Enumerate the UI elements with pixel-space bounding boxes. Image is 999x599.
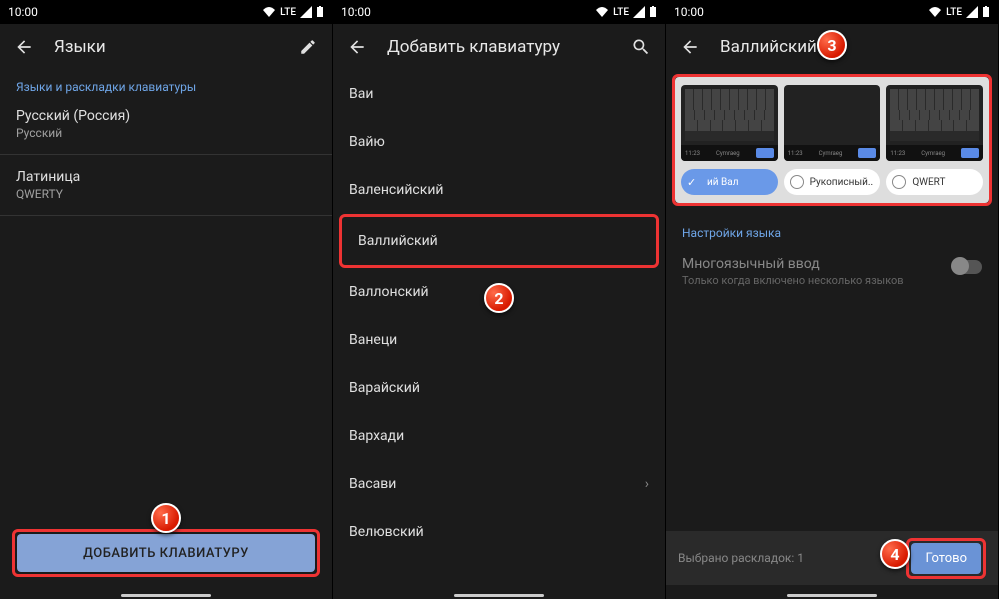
radio-icon — [790, 175, 804, 189]
battery-icon — [982, 6, 990, 18]
lte-label: LTE — [613, 7, 629, 18]
status-time: 10:00 — [8, 5, 38, 19]
page-title: Валлийский — [720, 37, 986, 57]
toggle-title: Многоязычный ввод — [682, 256, 942, 272]
layout-chip[interactable]: Рукописный.. — [784, 169, 881, 195]
check-icon: ✓ — [687, 175, 701, 189]
toggle-subtitle: Только когда включено несколько языков — [682, 274, 942, 287]
chip-label: Рукописный.. — [810, 177, 873, 188]
divider — [0, 154, 332, 155]
multilang-switch[interactable] — [952, 260, 982, 274]
step-marker-2: 2 — [484, 283, 514, 313]
battery-icon — [649, 6, 657, 18]
layout-preview[interactable]: 11:23Cymraeg — [681, 85, 778, 161]
screen-add-keyboard: 10:00 LTE Добавить клавиатуру ВаиВайюВал… — [333, 0, 666, 599]
search-icon[interactable] — [629, 35, 653, 59]
layout-chip[interactable]: ✓ ий Вал — [681, 169, 778, 195]
language-item[interactable]: Ванеци — [333, 316, 665, 364]
screen-languages: 10:00 LTE Языки Языки и раскладки клавиа… — [0, 0, 333, 599]
status-time: 10:00 — [341, 5, 371, 19]
chevron-right-icon: › — [645, 476, 649, 492]
page-title: Языки — [54, 37, 278, 57]
language-item[interactable]: Ваи — [333, 70, 665, 118]
status-bar: 10:00 LTE — [333, 0, 665, 24]
back-icon[interactable] — [12, 35, 36, 59]
language-item[interactable]: Велювский — [333, 508, 665, 556]
wifi-icon — [928, 6, 942, 18]
step-marker-3: 3 — [817, 30, 847, 60]
footer-bar: Выбрано раскладок: 1 О Готово — [666, 531, 998, 585]
layout-selector: 11:23Cymraeg 11:23Cymraeg 11:23Cymraeg ✓… — [675, 77, 989, 203]
divider — [0, 215, 332, 216]
done-button[interactable]: Готово — [911, 543, 981, 574]
section-label: Настройки языка — [666, 210, 998, 248]
radio-icon — [892, 175, 906, 189]
signal-icon — [966, 6, 978, 18]
screen-language-detail: 10:00 LTE Валлийский 11: — [666, 0, 999, 599]
lang-row[interactable]: Русский (Россия) Русский — [0, 100, 332, 148]
language-item[interactable]: Вархади — [333, 412, 665, 460]
wifi-icon — [262, 6, 276, 18]
battery-icon — [316, 6, 324, 18]
language-item[interactable]: Варайский — [333, 364, 665, 412]
lte-label: LTE — [946, 7, 962, 18]
back-icon[interactable] — [345, 35, 369, 59]
language-item[interactable]: Вайю — [333, 118, 665, 166]
step-marker-4: 4 — [880, 539, 910, 569]
status-bar: 10:00 LTE — [0, 0, 332, 24]
nav-handle[interactable] — [121, 594, 211, 597]
step-marker-1: 1 — [151, 503, 181, 533]
status-time: 10:00 — [674, 5, 704, 19]
status-bar: 10:00 LTE — [666, 0, 998, 24]
edit-icon[interactable] — [296, 35, 320, 59]
wifi-icon — [595, 6, 609, 18]
language-item[interactable]: Васави› — [333, 460, 665, 508]
page-title: Добавить клавиатуру — [387, 37, 611, 57]
nav-handle[interactable] — [454, 594, 544, 597]
multilang-toggle-row: Многоязычный ввод Только когда включено … — [666, 248, 998, 311]
layout-chip[interactable]: QWERT — [886, 169, 983, 195]
app-bar: Языки — [0, 24, 332, 70]
language-item[interactable]: Валлийский — [342, 217, 656, 265]
lang-row[interactable]: Латиница QWERTY — [0, 161, 332, 209]
language-item[interactable]: Валенсийский — [333, 166, 665, 214]
layout-preview[interactable]: 11:23Cymraeg — [886, 85, 983, 161]
section-label: Языки и раскладки клавиатуры — [0, 70, 332, 100]
lte-label: LTE — [280, 7, 296, 18]
signal-icon — [633, 6, 645, 18]
add-keyboard-button[interactable]: ДОБАВИТЬ КЛАВИАТУРУ — [17, 534, 315, 572]
selected-count: Выбрано раскладок: 1 — [678, 551, 862, 565]
signal-icon — [300, 6, 312, 18]
layout-preview[interactable]: 11:23Cymraeg — [784, 85, 881, 161]
app-bar: Добавить клавиатуру — [333, 24, 665, 70]
back-icon[interactable] — [678, 35, 702, 59]
chip-label: ий Вал — [707, 177, 738, 188]
nav-handle[interactable] — [787, 594, 877, 597]
chip-label: QWERT — [912, 177, 945, 188]
